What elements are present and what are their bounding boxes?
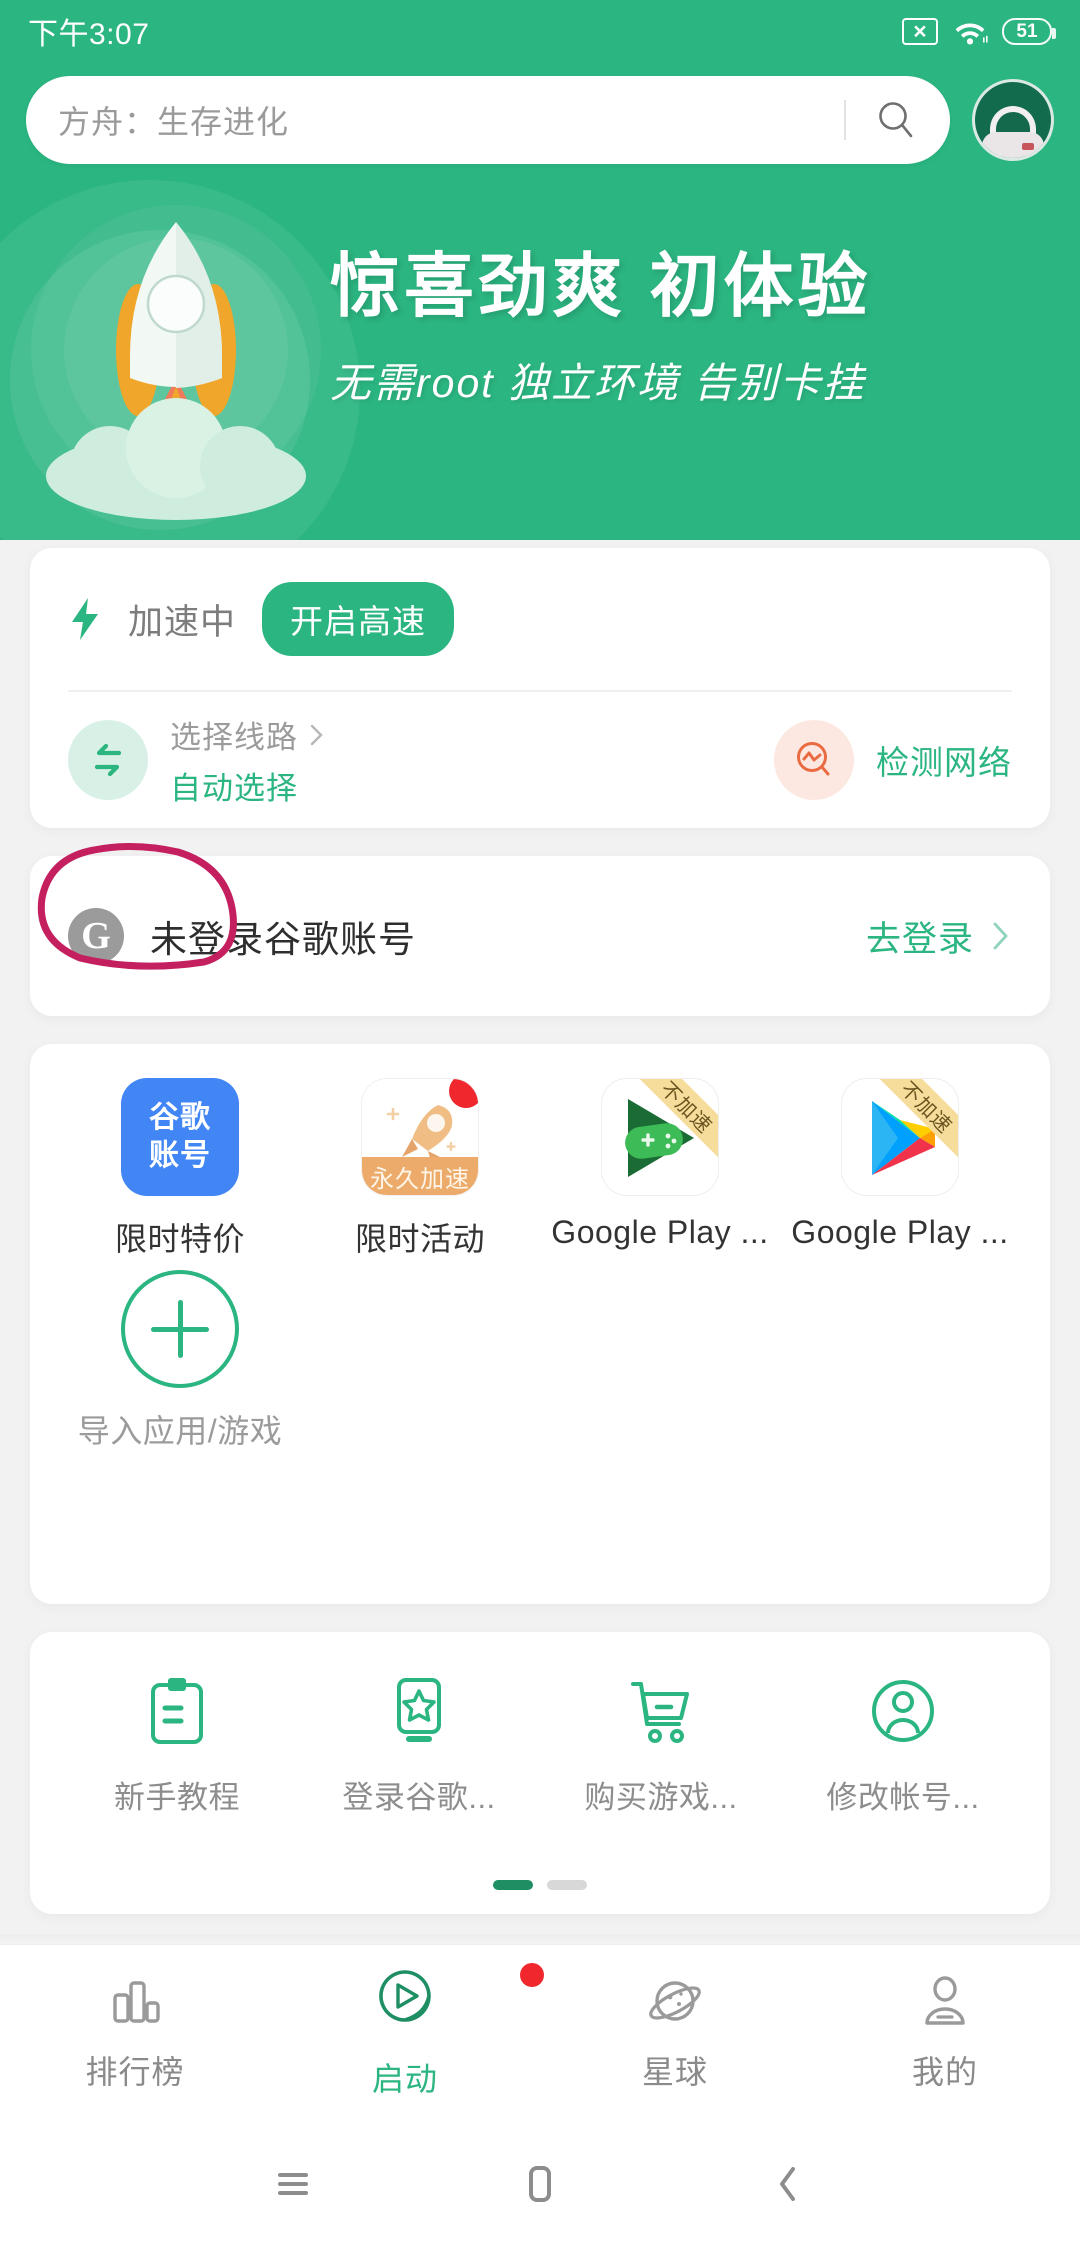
google-account-tile[interactable]: 谷歌 账号 bbox=[121, 1078, 239, 1196]
planet-icon bbox=[649, 1980, 701, 2021]
tile-line-2: 账号 bbox=[149, 1139, 211, 1172]
person-icon bbox=[925, 1975, 965, 2025]
chevron-right-icon bbox=[310, 724, 323, 745]
pager-dots bbox=[30, 1880, 1050, 1890]
menu-icon[interactable] bbox=[267, 2158, 319, 2210]
shortcut-item[interactable]: 登录谷歌... bbox=[298, 1676, 540, 1817]
app-header: 下午3:07 51 方舟：生存进化 bbox=[0, 0, 1080, 540]
tile-caption: 永久加速 bbox=[362, 1157, 478, 1195]
star-phone-icon bbox=[397, 1678, 441, 1742]
nav-item-mine[interactable]: 我的 bbox=[810, 1973, 1080, 2093]
sim-no-card-icon bbox=[902, 17, 938, 45]
google-account-card[interactable]: G 未登录谷歌账号 去登录 bbox=[30, 856, 1050, 1016]
google-play-store-icon[interactable]: 不加速 bbox=[841, 1078, 959, 1196]
shortcut-item[interactable]: 购买游戏... bbox=[540, 1676, 782, 1817]
status-bar: 下午3:07 51 bbox=[0, 0, 1080, 62]
home-square-icon[interactable] bbox=[514, 2158, 566, 2210]
lightning-bolt-icon bbox=[72, 598, 98, 640]
red-dot-badge bbox=[449, 1079, 478, 1108]
plus-circle-icon[interactable] bbox=[121, 1270, 239, 1388]
search-input[interactable]: 方舟：生存进化 bbox=[26, 76, 950, 164]
google-play-games-icon[interactable]: 不加速 bbox=[601, 1078, 719, 1196]
status-bar-icons: 51 bbox=[902, 17, 1056, 45]
pager-dot[interactable] bbox=[547, 1880, 587, 1890]
shortcuts-card: 新手教程 登录谷歌... 购买游戏... 修改帐号... bbox=[30, 1632, 1050, 1914]
content-seam bbox=[0, 1934, 1080, 1944]
acceleration-status-row: 加速中 开启高速 bbox=[30, 548, 1050, 690]
bar-chart-icon bbox=[113, 1980, 160, 2023]
acceleration-actions-row: 选择线路 自动选择 检测网络 bbox=[30, 692, 1050, 828]
tile-line-1: 谷歌 bbox=[149, 1100, 211, 1134]
status-bar-clock: 下午3:07 bbox=[28, 18, 150, 51]
swap-arrows-icon[interactable] bbox=[68, 720, 148, 800]
battery-level: 51 bbox=[1016, 20, 1038, 42]
clipboard-icon bbox=[151, 1678, 203, 1744]
app-label: Google Play ... bbox=[551, 1214, 769, 1250]
shortcut-item[interactable]: 新手教程 bbox=[56, 1676, 298, 1817]
route-selector-value: 自动选择 bbox=[170, 771, 298, 806]
go-login-button[interactable]: 去登录 bbox=[866, 911, 974, 962]
boost-button[interactable]: 开启高速 bbox=[262, 582, 455, 656]
pager-dot-active[interactable] bbox=[493, 1880, 533, 1890]
bottom-navigation: 排行榜 启动 星球 我的 bbox=[0, 1944, 1080, 2120]
chevron-right-icon bbox=[993, 922, 1008, 950]
nav-label: 排行榜 bbox=[85, 2053, 185, 2090]
battery-icon: 51 bbox=[1002, 17, 1056, 45]
shortcut-label: 修改帐号... bbox=[826, 1780, 980, 1815]
network-pulse-search-icon[interactable] bbox=[774, 720, 854, 800]
search-row: 方舟：生存进化 bbox=[0, 75, 1080, 165]
app-label: 限时活动 bbox=[354, 1221, 485, 1257]
nav-item-ranking[interactable]: 排行榜 bbox=[0, 1973, 270, 2093]
banner-title: 惊喜劲爽 初体验 bbox=[330, 247, 872, 325]
shortcut-label: 新手教程 bbox=[114, 1780, 240, 1815]
app-label: Google Play ... bbox=[791, 1214, 1009, 1250]
shortcut-item[interactable]: 修改帐号... bbox=[782, 1676, 1024, 1817]
search-divider bbox=[844, 100, 846, 140]
detect-network-label[interactable]: 检测网络 bbox=[876, 736, 1012, 784]
import-app-label: 导入应用/游戏 bbox=[77, 1413, 283, 1449]
nav-item-launch[interactable]: 启动 bbox=[270, 1962, 544, 2100]
nav-item-planet[interactable]: 星球 bbox=[540, 1973, 810, 2093]
back-chevron-icon[interactable] bbox=[761, 2158, 813, 2210]
shopping-cart-icon bbox=[631, 1682, 689, 1743]
route-selector-title: 选择线路 bbox=[170, 720, 298, 755]
nav-label: 启动 bbox=[371, 2060, 438, 2097]
rocket-launch-illustration bbox=[26, 200, 326, 520]
route-selector[interactable]: 选择线路 自动选择 bbox=[170, 712, 326, 808]
android-system-nav bbox=[0, 2120, 1080, 2248]
acceleration-card: 加速中 开启高速 选择线路 自动选择 检测网络 bbox=[30, 548, 1050, 828]
shortcuts-grid: 新手教程 登录谷歌... 购买游戏... 修改帐号... bbox=[30, 1632, 1050, 1817]
search-input-value: 方舟：生存进化 bbox=[58, 104, 290, 140]
play-circle-icon bbox=[379, 1969, 431, 2022]
apps-card: 谷歌 账号 限时特价 永久加速 限时活动 不加速 Google Play ...… bbox=[30, 1044, 1050, 1604]
banner-subtitle: 无需root 独立环境 告别卡挂 bbox=[330, 360, 866, 406]
app-item[interactable]: 永久加速 限时活动 bbox=[300, 1078, 540, 1260]
app-label: 限时特价 bbox=[114, 1221, 245, 1257]
app-item[interactable]: 谷歌 账号 限时特价 bbox=[60, 1078, 300, 1260]
rocket-promo-tile[interactable]: 永久加速 bbox=[361, 1078, 479, 1196]
app-item[interactable]: 不加速 Google Play ... bbox=[540, 1078, 780, 1260]
shortcut-label: 登录谷歌... bbox=[342, 1780, 496, 1815]
avatar-body bbox=[982, 132, 1044, 158]
google-g-icon: G bbox=[68, 908, 124, 964]
import-app-item[interactable]: 导入应用/游戏 bbox=[60, 1270, 300, 1452]
search-icon[interactable] bbox=[874, 98, 918, 142]
banner-text-block: 惊喜劲爽 初体验 无需root 独立环境 告别卡挂 bbox=[330, 230, 1030, 409]
user-circle-icon bbox=[872, 1680, 934, 1742]
app-item[interactable]: 不加速 Google Play ... bbox=[780, 1078, 1020, 1260]
nav-label: 我的 bbox=[911, 2053, 978, 2090]
nav-label: 星球 bbox=[641, 2053, 708, 2090]
apps-grid: 谷歌 账号 限时特价 永久加速 限时活动 不加速 Google Play ...… bbox=[30, 1044, 1050, 1452]
wifi-icon bbox=[955, 23, 988, 45]
shortcut-label: 购买游戏... bbox=[584, 1780, 738, 1815]
acceleration-status-label: 加速中 bbox=[128, 602, 237, 642]
google-account-row: G 未登录谷歌账号 去登录 bbox=[30, 856, 1050, 1016]
astronaut-avatar[interactable] bbox=[972, 79, 1054, 161]
avatar-badge bbox=[1022, 143, 1034, 150]
google-account-status: 未登录谷歌账号 bbox=[150, 919, 416, 960]
